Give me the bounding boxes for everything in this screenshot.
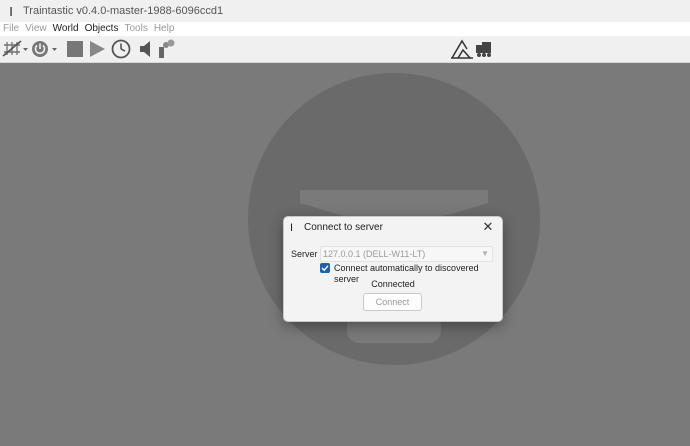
train-icon[interactable] — [474, 36, 494, 62]
menu-view[interactable]: View — [22, 22, 50, 36]
title-bar: I Traintastic v0.4.0-master-1988-6096ccd… — [0, 0, 690, 22]
auto-connect-checkbox[interactable] — [320, 263, 330, 273]
run-icon[interactable] — [86, 36, 107, 62]
menu-world[interactable]: World — [50, 22, 82, 36]
menu-bar: File View World Objects Tools Help — [0, 22, 690, 36]
menu-file[interactable]: File — [0, 22, 22, 36]
track-power-icon[interactable] — [1, 36, 29, 62]
power-icon[interactable] — [29, 36, 59, 62]
dialog-app-icon: I — [290, 222, 294, 234]
toolbar — [0, 36, 690, 63]
menu-help[interactable]: Help — [151, 22, 178, 36]
connect-dialog: I Connect to server ✕ Server 127.0.0.1 (… — [283, 216, 503, 322]
close-icon[interactable]: ✕ — [480, 219, 496, 235]
server-select[interactable]: 127.0.0.1 (DELL-W11-LT) ▼ — [320, 246, 493, 262]
stop-icon[interactable] — [64, 36, 85, 62]
smoke-icon[interactable] — [156, 36, 178, 62]
connection-status: Connected — [371, 279, 415, 289]
mute-icon[interactable] — [138, 36, 154, 62]
server-label: Server — [291, 249, 318, 259]
chevron-down-icon: ▼ — [481, 249, 489, 258]
connect-button[interactable]: Connect — [363, 293, 422, 311]
menu-objects[interactable]: Objects — [82, 22, 122, 36]
dialog-title: Connect to server — [304, 222, 383, 233]
app-logo-icon: I — [9, 3, 13, 19]
window-title: Traintastic v0.4.0-master-1988-6096ccd1 — [23, 5, 224, 17]
clock-icon[interactable] — [109, 36, 132, 62]
server-select-value: 127.0.0.1 (DELL-W11-LT) — [323, 249, 426, 259]
menu-tools[interactable]: Tools — [121, 22, 150, 36]
edit-world-icon[interactable] — [449, 36, 474, 62]
